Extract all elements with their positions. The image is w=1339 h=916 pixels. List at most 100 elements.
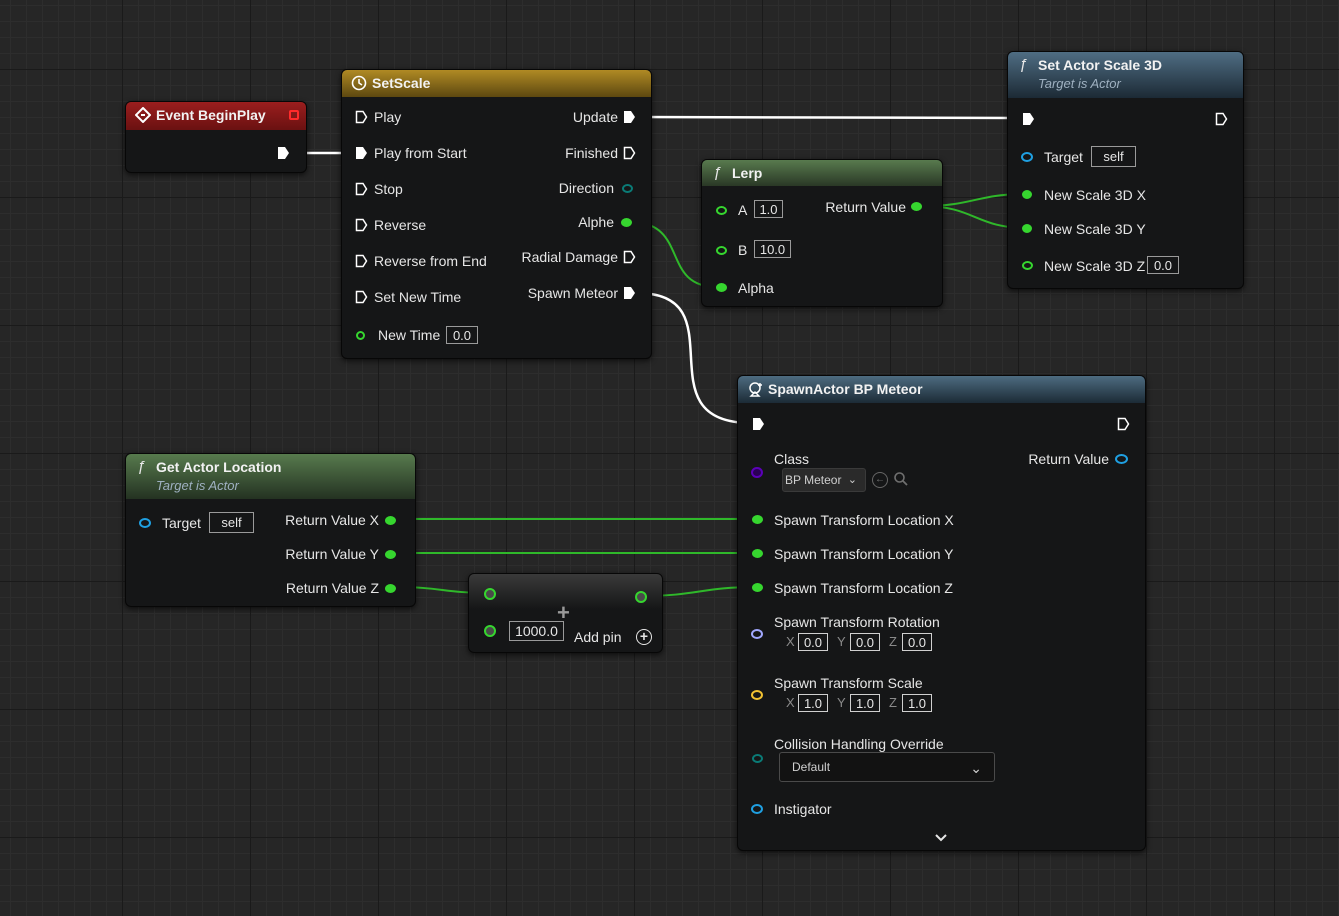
spawn-actor-title: SpawnActor BP Meteor bbox=[768, 381, 923, 397]
set-actor-scale-header[interactable]: ƒ Set Actor Scale 3D Target is Actor bbox=[1008, 52, 1243, 98]
exec-out-pin[interactable] bbox=[1117, 417, 1130, 431]
return-float-pin[interactable] bbox=[911, 202, 922, 211]
setscale-title: SetScale bbox=[372, 75, 431, 91]
b-input[interactable]: 10.0 bbox=[754, 240, 791, 258]
direction-enum-pin[interactable] bbox=[622, 184, 633, 193]
class-pin[interactable] bbox=[751, 467, 763, 478]
spawn-actor-node[interactable]: SpawnActor BP Meteor Class BP Meteor ⌄ ←… bbox=[737, 375, 1146, 851]
scale-z-input[interactable]: 0.0 bbox=[1147, 256, 1179, 274]
new-time-label: New Time bbox=[378, 327, 441, 343]
scale-vector-pin[interactable] bbox=[751, 690, 763, 700]
event-beginplay-header[interactable]: Event BeginPlay bbox=[126, 102, 306, 130]
scale-y-label: New Scale 3D Y bbox=[1044, 221, 1146, 237]
expand-chevron-icon[interactable] bbox=[934, 830, 948, 848]
add-node[interactable]: 1000.0 + Add pin + bbox=[468, 573, 663, 653]
lerp-node[interactable]: ƒ Lerp A 1.0 B 10.0 Alpha Return Value bbox=[701, 159, 943, 307]
setscale-timeline-node[interactable]: SetScale Play Play from Start Stop Rever… bbox=[341, 69, 652, 359]
target-object-pin[interactable] bbox=[1021, 152, 1033, 162]
class-dropdown[interactable]: BP Meteor ⌄ bbox=[782, 468, 866, 492]
play-exec-pin[interactable] bbox=[355, 110, 368, 124]
b-float-pin[interactable] bbox=[716, 246, 727, 255]
scale-x-input[interactable]: 1.0 bbox=[798, 694, 828, 712]
add-result-float-pin[interactable] bbox=[635, 591, 647, 603]
new-time-input[interactable]: 0.0 bbox=[446, 326, 478, 344]
rotation-z-axis: Z bbox=[889, 634, 897, 649]
play-from-start-exec-pin[interactable] bbox=[355, 146, 368, 160]
play-from-start-label: Play from Start bbox=[374, 145, 467, 161]
use-selected-icon[interactable]: ← bbox=[872, 472, 888, 488]
return-z-float-pin[interactable] bbox=[385, 584, 396, 593]
scale-z-float-pin[interactable] bbox=[1022, 261, 1033, 270]
scale-y-input[interactable]: 1.0 bbox=[850, 694, 880, 712]
rotation-label: Spawn Transform Rotation bbox=[774, 614, 940, 630]
finished-exec-pin[interactable] bbox=[623, 146, 636, 160]
add-pin-label[interactable]: Add pin bbox=[574, 629, 621, 645]
class-dropdown-value: BP Meteor bbox=[785, 473, 842, 487]
instigator-label: Instigator bbox=[774, 801, 832, 817]
event-beginplay-title: Event BeginPlay bbox=[156, 107, 266, 123]
get-actor-location-subtitle: Target is Actor bbox=[156, 478, 239, 493]
add-b-input[interactable]: 1000.0 bbox=[509, 621, 564, 641]
event-beginplay-node[interactable]: Event BeginPlay bbox=[125, 101, 307, 173]
target-input[interactable]: self bbox=[1091, 146, 1136, 167]
event-diamond-icon bbox=[134, 106, 152, 127]
spawn-meteor-exec-pin[interactable] bbox=[623, 286, 636, 300]
rotation-z-input[interactable]: 0.0 bbox=[902, 633, 932, 651]
rotation-y-input[interactable]: 0.0 bbox=[850, 633, 880, 651]
instigator-object-pin[interactable] bbox=[751, 804, 763, 814]
alpha-float-pin[interactable] bbox=[716, 283, 727, 292]
add-a-float-pin[interactable] bbox=[484, 588, 496, 600]
add-b-float-pin[interactable] bbox=[484, 625, 496, 637]
loc-x-float-pin[interactable] bbox=[752, 515, 763, 524]
set-new-time-exec-pin[interactable] bbox=[355, 290, 368, 304]
new-time-float-pin[interactable] bbox=[356, 331, 365, 340]
return-x-float-pin[interactable] bbox=[385, 516, 396, 525]
set-actor-scale-3d-node[interactable]: ƒ Set Actor Scale 3D Target is Actor Tar… bbox=[1007, 51, 1244, 289]
setscale-header[interactable]: SetScale bbox=[342, 70, 651, 97]
target-object-pin[interactable] bbox=[139, 518, 151, 528]
alphe-float-pin[interactable] bbox=[621, 218, 632, 227]
get-actor-location-node[interactable]: ƒ Get Actor Location Target is Actor Tar… bbox=[125, 453, 416, 607]
reverse-from-end-exec-pin[interactable] bbox=[355, 254, 368, 268]
target-input[interactable]: self bbox=[209, 512, 254, 533]
exec-in-pin[interactable] bbox=[1022, 112, 1035, 126]
chevron-down-icon: ⌄ bbox=[847, 474, 857, 486]
reverse-exec-pin[interactable] bbox=[355, 218, 368, 232]
exec-out-pin[interactable] bbox=[1215, 112, 1228, 126]
exec-out-pin[interactable] bbox=[277, 146, 290, 160]
scale-x-label: New Scale 3D X bbox=[1044, 187, 1146, 203]
scale-x-float-pin[interactable] bbox=[1022, 190, 1032, 199]
stop-exec-pin[interactable] bbox=[355, 182, 368, 196]
event-delegate-icon[interactable] bbox=[289, 110, 299, 120]
return-object-pin[interactable] bbox=[1115, 454, 1128, 464]
add-pin-plus-icon[interactable]: + bbox=[636, 629, 652, 645]
spawn-actor-icon bbox=[747, 380, 765, 402]
function-icon: ƒ bbox=[1019, 56, 1028, 73]
loc-z-float-pin[interactable] bbox=[752, 583, 763, 592]
browse-search-icon[interactable] bbox=[893, 471, 909, 492]
function-icon: ƒ bbox=[713, 164, 722, 181]
loc-y-float-pin[interactable] bbox=[752, 549, 763, 558]
return-y-float-pin[interactable] bbox=[385, 550, 396, 559]
radial-damage-exec-pin[interactable] bbox=[623, 250, 636, 264]
direction-label: Direction bbox=[558, 180, 614, 196]
get-actor-location-header[interactable]: ƒ Get Actor Location Target is Actor bbox=[126, 454, 415, 499]
collision-enum-pin[interactable] bbox=[752, 754, 763, 763]
target-label: Target bbox=[162, 515, 201, 531]
scale-y-float-pin[interactable] bbox=[1022, 224, 1032, 233]
lerp-header[interactable]: ƒ Lerp bbox=[702, 160, 942, 186]
rotation-x-input[interactable]: 0.0 bbox=[798, 633, 828, 651]
loc-y-label: Spawn Transform Location Y bbox=[774, 546, 954, 562]
exec-in-pin[interactable] bbox=[752, 417, 765, 431]
reverse-from-end-label: Reverse from End bbox=[374, 253, 487, 269]
a-float-pin[interactable] bbox=[716, 206, 727, 215]
spawn-actor-header[interactable]: SpawnActor BP Meteor bbox=[738, 376, 1145, 403]
rotation-rotator-pin[interactable] bbox=[751, 629, 763, 639]
set-actor-scale-title: Set Actor Scale 3D bbox=[1038, 57, 1162, 73]
update-exec-pin[interactable] bbox=[623, 110, 636, 124]
collision-dropdown[interactable]: Default ⌄ bbox=[779, 752, 995, 782]
a-input[interactable]: 1.0 bbox=[754, 200, 783, 218]
scale-z-input[interactable]: 1.0 bbox=[902, 694, 932, 712]
rotation-y-axis: Y bbox=[837, 634, 846, 649]
rotation-x-axis: X bbox=[786, 634, 795, 649]
